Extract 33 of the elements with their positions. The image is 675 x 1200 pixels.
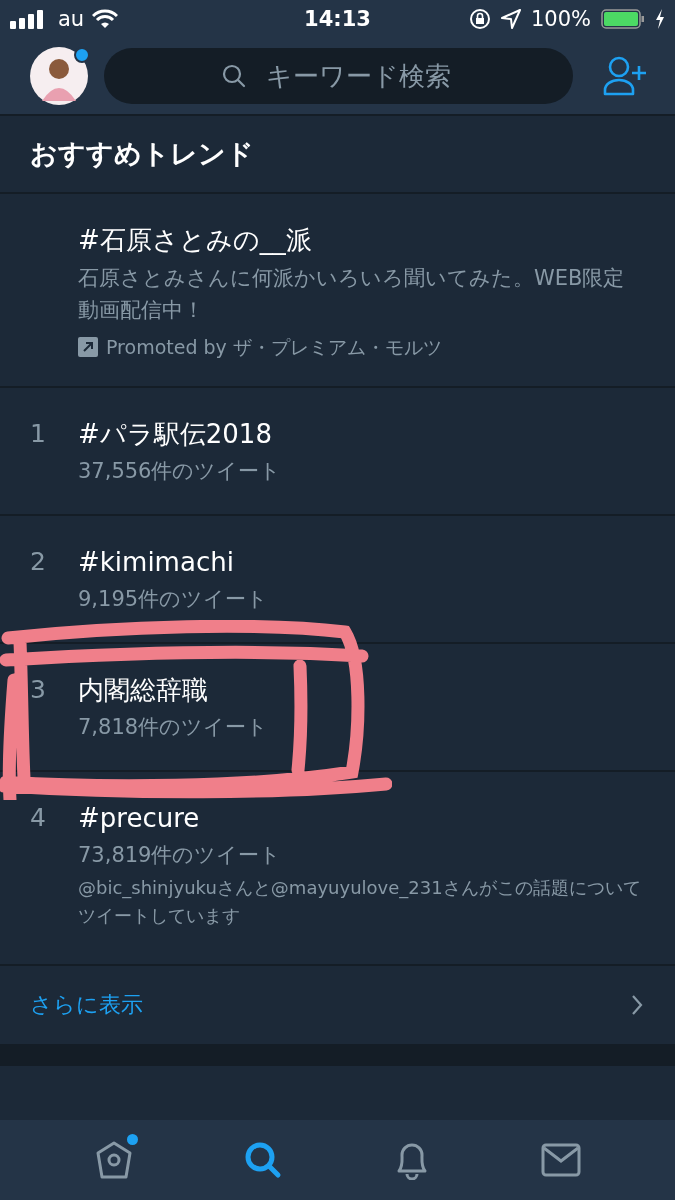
battery-percent: 100% — [530, 7, 591, 31]
trend-context: @bic_shinjyukuさんと@mayuyulove_231さんがこの話題についてツイートしています — [78, 876, 642, 928]
carrier-name: au — [58, 7, 85, 31]
battery-icon — [601, 9, 645, 29]
tweet-count: 7,818件のツイート — [78, 714, 269, 741]
trend-name[interactable]: #パラ駅伝2018 — [78, 416, 272, 452]
section-title: おすすめトレンド — [30, 138, 254, 170]
search-field[interactable]: キーワード検索 — [104, 48, 573, 104]
trend-rank: 3 — [30, 674, 47, 706]
trend-rank: 1 — [30, 418, 47, 450]
trend-name[interactable]: #precure — [78, 800, 200, 836]
tweet-count: 9,195件のツイート — [78, 586, 269, 613]
trend-rank: 2 — [30, 546, 47, 578]
show-more-link[interactable]: さらに表示 — [30, 990, 143, 1020]
search-icon — [220, 63, 247, 89]
trend-name[interactable]: 内閣総辞職 — [78, 672, 208, 708]
tweet-count: 73,819件のツイート — [78, 842, 282, 869]
avatar[interactable] — [30, 47, 88, 105]
trend-description: 石原さとみさんに何派かいろいろ聞いてみた。WEB限定動画配信中！ — [78, 265, 626, 324]
charging-icon — [655, 9, 665, 29]
add-user-icon[interactable] — [603, 56, 647, 96]
tweet-count: 37,556件のツイート — [78, 458, 282, 485]
promoted-icon — [78, 337, 98, 357]
chevron-right-icon — [631, 994, 643, 1016]
rotation-lock-icon — [468, 8, 491, 30]
mail-icon — [540, 1143, 581, 1177]
wifi-icon — [92, 9, 119, 29]
location-icon — [500, 9, 521, 29]
clock-time: 14:13 — [304, 7, 371, 31]
trend-rank: 4 — [30, 802, 47, 834]
promoted-by-label: Promoted by ザ・プレミアム・モルツ — [106, 335, 442, 360]
trend-name[interactable]: #石原さとみの__派 — [78, 222, 312, 258]
trend-name[interactable]: #kimimachi — [78, 544, 234, 580]
